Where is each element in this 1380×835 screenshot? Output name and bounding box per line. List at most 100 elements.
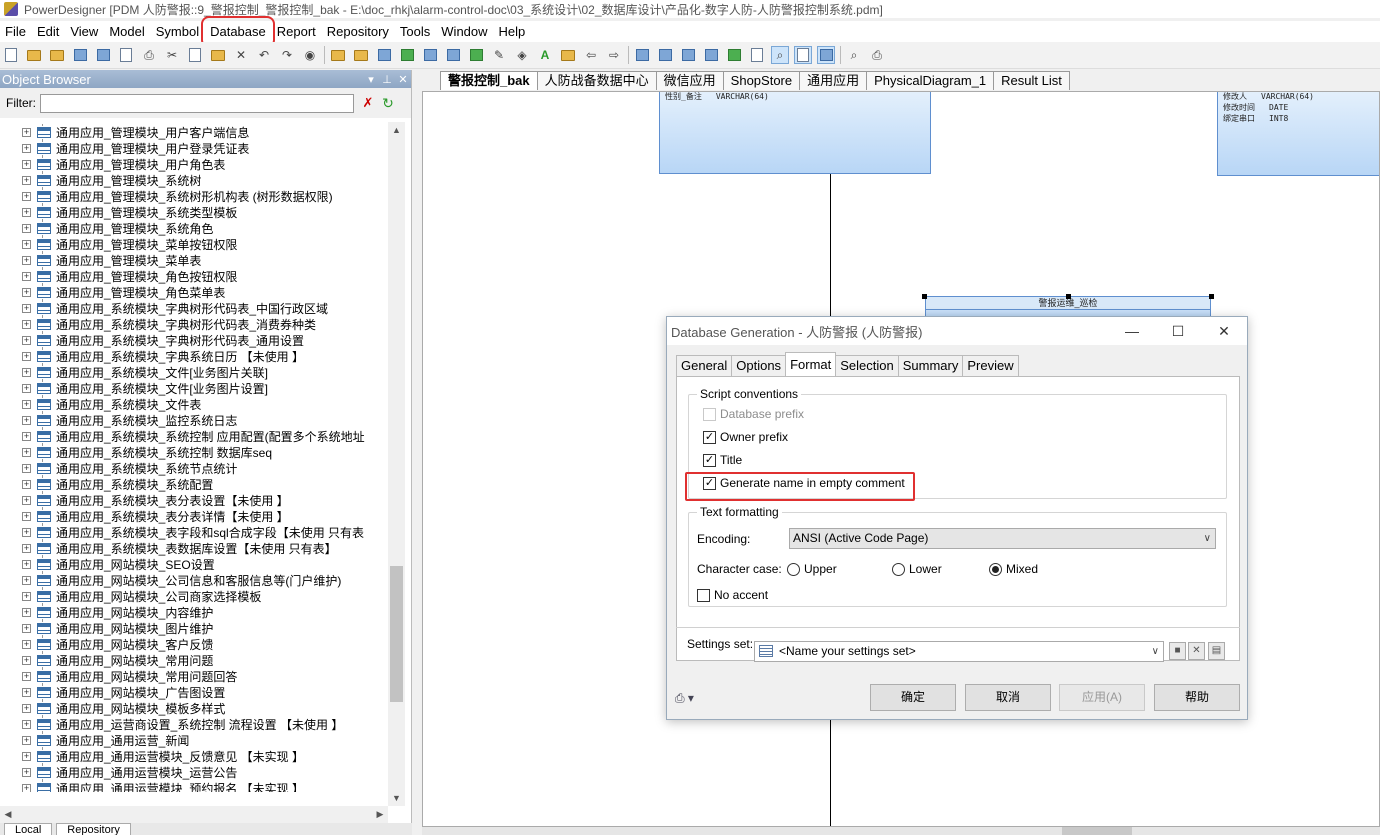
tab-format[interactable]: Format xyxy=(785,352,837,376)
expand-icon[interactable]: + xyxy=(22,511,31,521)
tree-item[interactable]: + 通用应用_管理模块_系统类型模板 xyxy=(0,204,388,220)
new-model-icon[interactable] xyxy=(25,46,43,64)
generate-icon[interactable] xyxy=(421,46,439,64)
ok-button[interactable]: 确定 xyxy=(870,684,956,711)
menu-symbol[interactable]: Symbol xyxy=(153,22,202,42)
format-icon[interactable] xyxy=(559,46,577,64)
tree-horizontal-scrollbar[interactable]: ◀ ▶ xyxy=(0,806,388,823)
save-settings-icon[interactable]: ■ xyxy=(1169,642,1186,660)
minimize-icon[interactable]: — xyxy=(1109,317,1155,345)
tree-item[interactable]: + 通用应用_管理模块_系统树 xyxy=(0,172,388,188)
canvas-horizontal-scrollbar[interactable] xyxy=(422,827,1380,835)
filter-refresh-icon[interactable]: ↻ xyxy=(380,95,396,111)
scroll-thumb[interactable] xyxy=(1062,827,1132,835)
doc-tab-data-center[interactable]: 人防战备数据中心 xyxy=(536,71,657,90)
encoding-select[interactable]: ANSI (Active Code Page) ∨ xyxy=(789,528,1216,549)
entity-table-left[interactable]: 性别_备注 VARCHAR(64) xyxy=(659,92,931,174)
tree-item[interactable]: + 通用应用_系统模块_系统控制 应用配置(配置多个系统地址 xyxy=(0,428,388,444)
copy-icon[interactable] xyxy=(186,46,204,64)
expand-icon[interactable]: + xyxy=(22,607,31,617)
check-model-icon[interactable] xyxy=(398,46,416,64)
tree-item[interactable]: + 通用应用_系统模块_系统节点统计 xyxy=(0,460,388,476)
expand-icon[interactable]: + xyxy=(22,575,31,585)
doc-tab-result-list[interactable]: Result List xyxy=(993,71,1070,90)
expand-icon[interactable]: + xyxy=(22,351,31,361)
expand-icon[interactable]: + xyxy=(22,463,31,473)
close-panel-icon[interactable]: ✕ xyxy=(395,73,411,86)
database-prefix-checkbox[interactable]: Database prefix xyxy=(703,407,804,421)
tab-local[interactable]: Local xyxy=(4,823,53,835)
expand-icon[interactable]: + xyxy=(22,559,31,569)
tree-item[interactable]: + 通用应用_管理模块_用户角色表 xyxy=(0,156,388,172)
menu-repository[interactable]: Repository xyxy=(324,22,392,42)
scroll-left-icon[interactable]: ◀ xyxy=(0,806,16,823)
expand-icon[interactable]: + xyxy=(22,335,31,345)
tree-item[interactable]: + 通用应用_网站模块_公司信息和客服信息等(门户维护) xyxy=(0,572,388,588)
tree-item[interactable]: + 通用应用_系统模块_表分表详情【未使用 】 xyxy=(0,508,388,524)
paint-bucket-icon[interactable]: ◈ xyxy=(513,46,531,64)
view-result-icon[interactable] xyxy=(817,46,835,64)
tree-item[interactable]: + 通用应用_系统模块_监控系统日志 xyxy=(0,412,388,428)
expand-icon[interactable]: + xyxy=(22,255,31,265)
tree-item[interactable]: + 通用应用_系统模块_字典树形代码表_通用设置 xyxy=(0,332,388,348)
tree-item[interactable]: + 通用应用_系统模块_文件[业务图片关联] xyxy=(0,364,388,380)
align-right-icon[interactable] xyxy=(679,46,697,64)
expand-icon[interactable]: + xyxy=(22,623,31,633)
expand-icon[interactable]: + xyxy=(22,655,31,665)
undo-icon[interactable]: ↶ xyxy=(255,46,273,64)
delete-settings-icon[interactable]: ✕ xyxy=(1188,642,1205,660)
align-left-icon[interactable] xyxy=(633,46,651,64)
doc-tab-physical-diagram[interactable]: PhysicalDiagram_1 xyxy=(866,71,995,90)
menu-report[interactable]: Report xyxy=(274,22,319,42)
tree-item[interactable]: + 通用应用_管理模块_用户登录凭证表 xyxy=(0,140,388,156)
tree-item[interactable]: + 通用应用_系统模块_字典树形代码表_中国行政区域 xyxy=(0,300,388,316)
menu-view[interactable]: View xyxy=(67,22,101,42)
expand-icon[interactable]: + xyxy=(22,223,31,233)
new-icon[interactable] xyxy=(2,46,20,64)
expand-icon[interactable]: + xyxy=(22,399,31,409)
cancel-button[interactable]: 取消 xyxy=(965,684,1051,711)
menu-window[interactable]: Window xyxy=(438,22,490,42)
menu-edit[interactable]: Edit xyxy=(34,22,62,42)
doc-tab-common-app[interactable]: 通用应用 xyxy=(799,71,868,90)
save-icon[interactable] xyxy=(71,46,89,64)
view-output-icon[interactable] xyxy=(794,46,812,64)
align-center-icon[interactable] xyxy=(656,46,674,64)
expand-icon[interactable]: + xyxy=(22,687,31,697)
entity-table-right[interactable]: 修改人 VARCHAR(64) 修改时间 DATE 绑定串口 INT8 xyxy=(1217,92,1379,176)
menu-help[interactable]: Help xyxy=(496,22,529,42)
expand-icon[interactable]: + xyxy=(22,703,31,713)
zoom-icon[interactable]: ⌕ xyxy=(771,46,789,64)
expand-icon[interactable]: + xyxy=(22,591,31,601)
pencil-icon[interactable]: ✎ xyxy=(490,46,508,64)
scroll-down-icon[interactable]: ▼ xyxy=(388,790,405,806)
browser-icon[interactable]: ◉ xyxy=(301,46,319,64)
doc-tab-shopstore[interactable]: ShopStore xyxy=(722,71,801,90)
pin-icon[interactable]: ⊥ xyxy=(379,73,395,86)
tree-item[interactable]: + 通用应用_运营商设置_系统控制 流程设置 【未使用 】 xyxy=(0,716,388,732)
tree-item[interactable]: + 通用应用_网站模块_SEO设置 xyxy=(0,556,388,572)
expand-icon[interactable]: + xyxy=(22,303,31,313)
expand-icon[interactable]: + xyxy=(22,271,31,281)
expand-icon[interactable]: + xyxy=(22,495,31,505)
expand-icon[interactable]: + xyxy=(22,671,31,681)
expand-icon[interactable]: + xyxy=(22,527,31,537)
tree-item[interactable]: + 通用应用_管理模块_系统树形机构表 (树形数据权限) xyxy=(0,188,388,204)
tree-item[interactable]: + 通用应用_系统模块_表字段和sql合成字段【未使用 只有表 xyxy=(0,524,388,540)
expand-icon[interactable]: + xyxy=(22,783,31,792)
paste-icon[interactable] xyxy=(209,46,227,64)
expand-icon[interactable]: + xyxy=(22,127,31,137)
align-top-icon[interactable] xyxy=(702,46,720,64)
menu-database[interactable]: Database xyxy=(201,15,275,48)
expand-icon[interactable]: + xyxy=(22,239,31,249)
selection-handle[interactable] xyxy=(1209,294,1214,299)
tree-item[interactable]: + 通用应用_管理模块_菜单表 xyxy=(0,252,388,268)
printer-dropdown-icon[interactable]: ⎙ ▾ xyxy=(675,691,694,706)
tree-item[interactable]: + 通用应用_管理模块_菜单按钮权限 xyxy=(0,236,388,252)
apply-button[interactable]: 应用(A) xyxy=(1059,684,1145,711)
tab-summary[interactable]: Summary xyxy=(897,355,964,376)
filter-input[interactable] xyxy=(40,93,354,113)
tree-item[interactable]: + 通用应用_管理模块_角色菜单表 xyxy=(0,284,388,300)
scroll-thumb[interactable] xyxy=(390,566,403,702)
scroll-up-icon[interactable]: ▲ xyxy=(388,122,405,138)
